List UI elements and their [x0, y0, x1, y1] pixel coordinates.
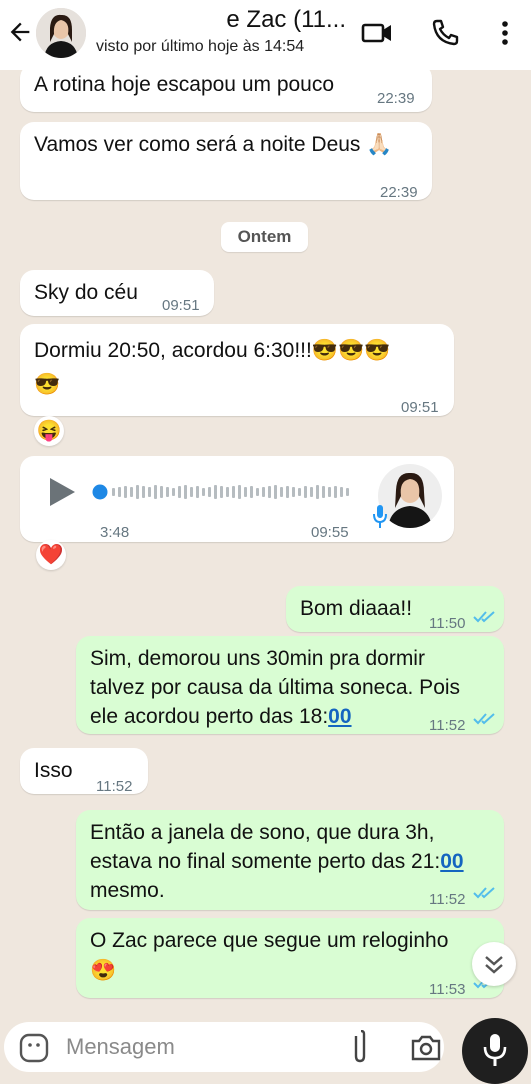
contact-name[interactable]: e Zac (11... [96, 6, 350, 34]
last-seen-status: visto por último hoje às 14:54 [96, 38, 305, 55]
double-chevron-down-icon [485, 956, 503, 974]
message-input[interactable]: Mensagem [4, 1022, 444, 1072]
message-bubble-incoming[interactable]: Dormiu 20:50, acordou 6:30!!!😎😎😎 😎 09:51 [20, 324, 454, 416]
attach-icon[interactable] [348, 1030, 372, 1064]
voice-record-button[interactable] [462, 1018, 528, 1084]
message-text: mesmo. [90, 879, 165, 902]
message-text-line: estava no final somente perto das 21:00 [90, 847, 464, 876]
contact-avatar[interactable] [36, 8, 86, 58]
message-text: Isso [34, 759, 73, 782]
message-text: A rotina hoje escapou um pouco [34, 73, 335, 96]
message-bubble-outgoing[interactable]: O Zac parece que segue um reloginho 😍 11… [76, 918, 504, 998]
message-time: 09:51 [401, 399, 439, 416]
message-text: Dormiu 20:50, acordou 6:30!!!😎😎😎 [34, 339, 391, 362]
message-bubble-outgoing[interactable]: Então a janela de sono, que dura 3h, est… [76, 810, 504, 910]
message-bubble-incoming[interactable]: Isso 11:52 [20, 748, 148, 795]
time-link[interactable]: 00 [328, 705, 351, 728]
message-text: Bom diaaa!! [300, 597, 413, 620]
message-time: 22:39 [377, 90, 415, 107]
message-time: 09:55 [311, 524, 349, 541]
read-receipt-icon [473, 611, 495, 623]
message-time: 11:52 [429, 891, 466, 908]
message-text: Então a janela de sono, que dura 3h, [90, 821, 435, 844]
back-arrow-icon[interactable] [6, 18, 34, 46]
message-list[interactable]: A rotina hoje escapou um pouco 22:39 Vam… [0, 70, 531, 1018]
message-text: O Zac parece que segue um reloginho [90, 929, 449, 952]
date-separator: Ontem [221, 222, 308, 252]
reaction-badge[interactable]: ❤️ [36, 540, 66, 570]
microphone-icon [483, 1034, 507, 1066]
message-time: 11:50 [429, 615, 466, 632]
message-text: estava no final somente perto das 21: [90, 850, 441, 873]
message-text: 😍 [90, 959, 117, 982]
message-time: 09:51 [162, 297, 200, 314]
message-time: 11:52 [429, 717, 466, 734]
message-time: 11:52 [96, 778, 133, 795]
message-input-placeholder: Mensagem [66, 1034, 175, 1059]
emoji-sticker-icon[interactable] [18, 1032, 50, 1064]
message-time: 11:53 [429, 981, 466, 998]
message-bubble-incoming[interactable]: Vamos ver como será a noite Deus 🙏🏻 22:3… [20, 122, 432, 201]
microphone-icon [373, 505, 387, 528]
read-receipt-icon [473, 713, 495, 725]
message-text: 😎 [34, 373, 61, 396]
message-text: Vamos ver como será a noite Deus 🙏🏻 [34, 133, 393, 156]
voice-call-icon[interactable] [428, 16, 462, 50]
message-text: ele acordou perto das 18: [90, 705, 329, 728]
play-icon[interactable] [46, 476, 78, 508]
message-composer: Mensagem [0, 1018, 531, 1084]
message-text: Sky do céu [34, 281, 138, 304]
message-text: talvez por causa da última soneca. Pois [90, 676, 461, 699]
video-call-icon[interactable] [360, 16, 394, 50]
message-text-line: ele acordou perto das 18:00 [90, 702, 352, 731]
scroll-to-bottom-button[interactable] [472, 942, 516, 986]
message-text: Sim, demorou uns 30min pra dormir [90, 647, 425, 670]
message-time: 22:39 [380, 184, 418, 201]
audio-waveform[interactable] [92, 480, 352, 504]
voice-duration: 3:48 [100, 524, 130, 541]
camera-icon[interactable] [410, 1032, 442, 1062]
reaction-badge[interactable]: 😝 [34, 416, 64, 446]
voice-message-bubble[interactable]: 3:48 09:55 [20, 456, 454, 542]
message-bubble-outgoing[interactable]: Sim, demorou uns 30min pra dormir talvez… [76, 636, 504, 734]
read-receipt-icon [473, 887, 495, 899]
time-link[interactable]: 00 [440, 850, 463, 873]
message-bubble-incoming[interactable]: A rotina hoje escapou um pouco 22:39 [20, 70, 432, 112]
chat-header: e Zac (11... visto por último hoje às 14… [0, 0, 531, 70]
message-bubble-outgoing[interactable]: Bom diaaa!! 11:50 [286, 586, 504, 632]
message-bubble-incoming[interactable]: Sky do céu 09:51 [20, 270, 214, 316]
more-options-icon[interactable] [488, 16, 522, 50]
